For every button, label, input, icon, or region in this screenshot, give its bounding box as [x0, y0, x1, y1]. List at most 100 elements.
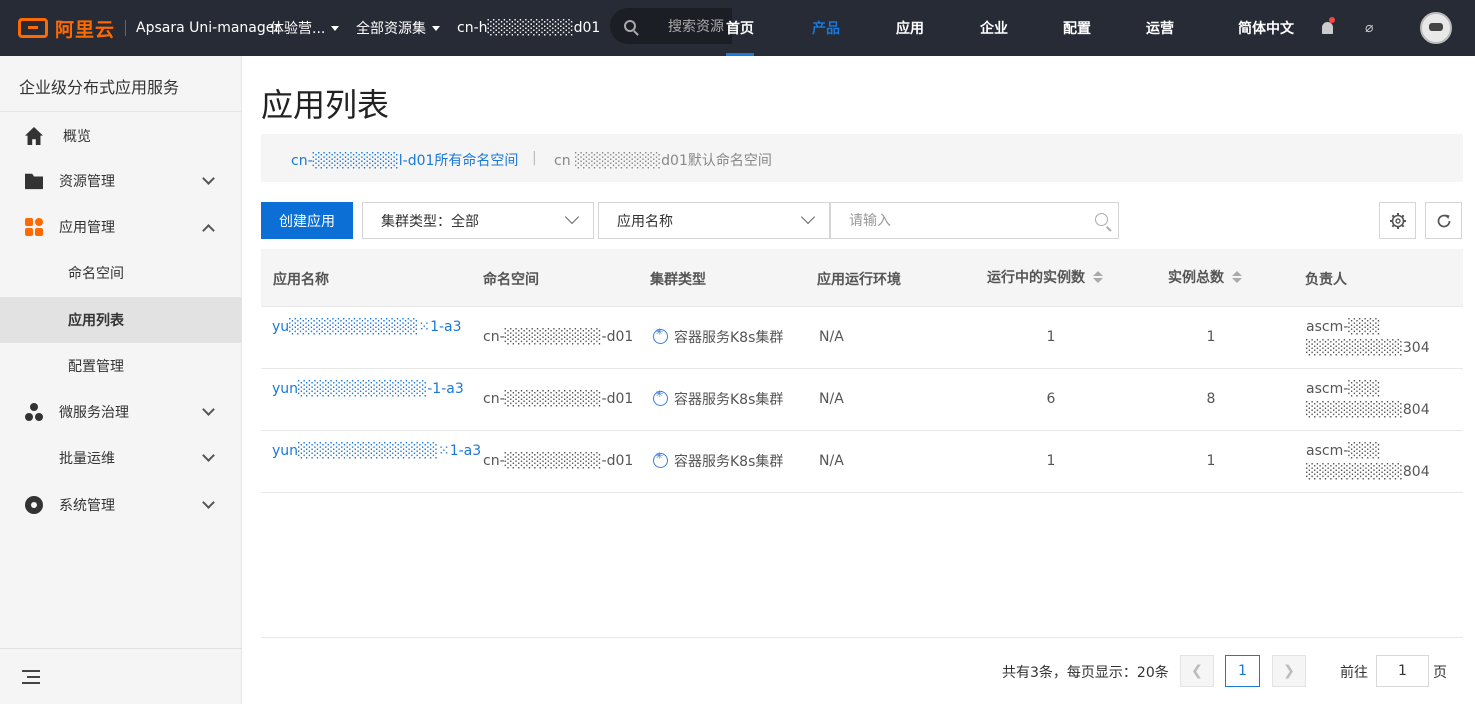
cluster-type-label: 容器服务K8s集群	[674, 330, 784, 346]
sidebar-item-app-management[interactable]: 应用管理	[0, 204, 241, 250]
search-icon	[624, 20, 636, 32]
search-icon[interactable]	[1095, 213, 1108, 226]
microservice-icon	[25, 403, 43, 421]
sidebar-item-app-list[interactable]: 应用列表	[0, 297, 241, 343]
page-button-current[interactable]: 1	[1225, 655, 1260, 687]
goto-label: 前往	[1340, 665, 1368, 681]
column-header-running-instances[interactable]: 运行中的实例数	[987, 267, 1103, 287]
sidebar-footer-divider	[0, 648, 241, 649]
page-unit-label: 页	[1433, 665, 1447, 681]
cluster-type-select[interactable]: 集群类型：全部	[362, 202, 594, 239]
total-instances-cell: 8	[1206, 391, 1216, 407]
app-name-link[interactable]: yun░░░░░░░░░░░░-1-a3	[272, 381, 464, 397]
sidebar-item-config-management[interactable]: 配置管理	[0, 343, 241, 389]
sidebar-item-label: 配置管理	[68, 359, 124, 375]
nav-config[interactable]: 配置	[1063, 0, 1091, 56]
cluster-type-label: 容器服务K8s集群	[674, 392, 784, 408]
search-field-select-value: 应用名称	[617, 213, 673, 230]
language-label: 简体中文	[1238, 21, 1294, 37]
sidebar-item-batch-ops[interactable]: 批量运维	[0, 435, 241, 481]
top-navigation-bar: 阿里云 Apsara Uni-manager 体验营... 全部资源集 cn-h…	[0, 0, 1475, 56]
settings-icon	[1389, 212, 1406, 229]
sidebar-item-label: 系统管理	[59, 498, 115, 514]
chevron-down-icon	[202, 495, 215, 509]
nav-home[interactable]: 首页	[726, 0, 754, 56]
cluster-type-label: 容器服务K8s集群	[674, 454, 784, 470]
cluster-type-cell: 容器服务K8s集群	[653, 327, 783, 347]
column-header-runtime-env: 应用运行环境	[817, 272, 901, 288]
global-search[interactable]: 搜索资源	[610, 8, 732, 44]
cluster-type-cell: 容器服务K8s集群	[653, 451, 783, 471]
runtime-env-cell: N/A	[819, 453, 844, 469]
running-instances-cell: 1	[1046, 329, 1056, 345]
table-settings-button[interactable]	[1379, 202, 1416, 239]
total-instances-cell: 1	[1206, 453, 1216, 469]
sidebar-item-label: 批量运维	[59, 451, 115, 467]
app-name-link[interactable]: yu░░░░░░░░░░░░⁙1-a3	[272, 319, 462, 335]
app-search-field	[830, 202, 1119, 239]
running-instances-cell: 6	[1046, 391, 1056, 407]
chevron-down-icon	[800, 209, 816, 225]
gear-icon	[25, 496, 43, 514]
collapse-sidebar-icon[interactable]	[22, 670, 42, 684]
sidebar-item-label: 应用列表	[68, 313, 124, 329]
chevron-down-icon	[202, 171, 215, 185]
home-icon	[25, 127, 43, 145]
sidebar-item-label: 概览	[63, 129, 91, 145]
bell-icon	[1322, 17, 1335, 34]
org-selector[interactable]: 体验营...	[270, 0, 340, 56]
namespace-cell: cn-░░░░░░░░░-d01	[483, 329, 634, 345]
language-switcher[interactable]: 简体中文	[1238, 0, 1294, 56]
owner-cell-line1: ascm-░░░	[1306, 443, 1381, 459]
total-instances-cell: 1	[1206, 329, 1216, 345]
owner-cell-line2: ░░░░░░░░░804	[1306, 464, 1430, 480]
create-app-button[interactable]: 创建应用	[261, 202, 353, 239]
sidebar-item-label: 命名空间	[68, 266, 124, 282]
app-name-link[interactable]: yun░░░░░░░░░░░░░⁙1-a3	[272, 443, 481, 459]
sidebar-item-microservice-governance[interactable]: 微服务治理	[0, 389, 241, 435]
sort-icon	[1093, 271, 1103, 283]
theme-button[interactable]: ⌀	[1365, 0, 1373, 56]
goto-page-input[interactable]: 1	[1376, 655, 1429, 687]
sidebar-item-label: 微服务治理	[59, 405, 129, 421]
namespace-link-default[interactable]: cn ░░░░░░░░d01默认命名空间	[554, 150, 772, 170]
nav-operations[interactable]: 运营	[1146, 0, 1174, 56]
namespace-cell: cn-░░░░░░░░░-d01	[483, 453, 634, 469]
nav-apps[interactable]: 应用	[896, 0, 924, 56]
runtime-env-cell: N/A	[819, 329, 844, 345]
search-field-select[interactable]: 应用名称	[598, 202, 830, 239]
sidebar-divider	[0, 111, 241, 112]
kubernetes-icon	[653, 389, 668, 406]
column-header-owner: 负责人	[1305, 272, 1347, 288]
refresh-icon	[1437, 214, 1450, 227]
sidebar-item-namespaces[interactable]: 命名空间	[0, 250, 241, 296]
column-header-total-instances[interactable]: 实例总数	[1168, 267, 1242, 287]
app-search-input[interactable]	[849, 212, 1079, 229]
sidebar-item-resources[interactable]: 资源管理	[0, 158, 241, 204]
brand-logo[interactable]: 阿里云 Apsara Uni-manager	[18, 0, 280, 56]
pagination-summary: 共有3条，每页显示：20条	[1002, 665, 1169, 681]
column-header-namespace: 命名空间	[483, 272, 539, 288]
namespace-bar: cn-░░░░░░░░l-d01所有命名空间 | cn ░░░░░░░░d01默…	[261, 134, 1463, 182]
refresh-button[interactable]	[1425, 202, 1462, 239]
sidebar-item-system-management[interactable]: 系统管理	[0, 482, 241, 528]
leaf-icon: ⌀	[1365, 20, 1374, 36]
namespace-separator: |	[532, 150, 537, 166]
resource-set-selector[interactable]: 全部资源集	[356, 0, 440, 56]
region-selector[interactable]: cn-h░░░░░░░░d01	[457, 0, 600, 56]
runtime-env-cell: N/A	[819, 391, 844, 407]
nav-products[interactable]: 产品	[812, 0, 840, 56]
namespace-cell: cn-░░░░░░░░░-d01	[483, 391, 634, 407]
resource-set-label: 全部资源集	[356, 21, 426, 37]
next-page-button[interactable]: ❯	[1272, 655, 1306, 687]
sidebar-item-overview[interactable]: 概览	[0, 113, 241, 159]
chevron-down-icon	[432, 25, 440, 31]
user-avatar[interactable]	[1420, 0, 1452, 56]
notification-button[interactable]	[1322, 0, 1335, 56]
nav-config-label: 配置	[1063, 21, 1091, 37]
column-header-cluster-type: 集群类型	[650, 272, 706, 288]
namespace-link-all[interactable]: cn-░░░░░░░░l-d01所有命名空间	[291, 150, 518, 170]
nav-enterprise[interactable]: 企业	[980, 0, 1008, 56]
prev-page-button[interactable]: ❮	[1180, 655, 1214, 687]
region-label: cn-h░░░░░░░░d01	[457, 20, 601, 36]
